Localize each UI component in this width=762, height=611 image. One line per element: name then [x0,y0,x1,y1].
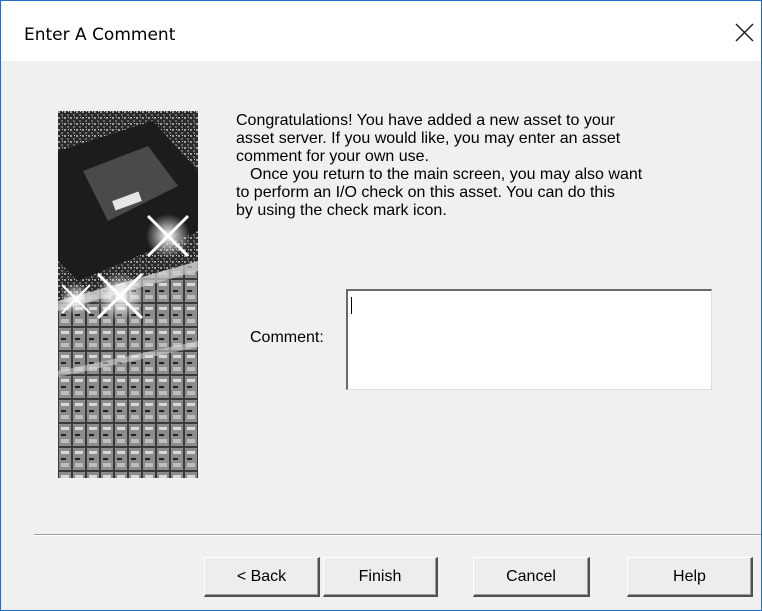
close-button[interactable] [721,13,761,53]
close-icon [735,23,754,42]
wizard-message: Congratulations! You have added a new as… [236,112,736,220]
back-button[interactable]: < Back [204,557,320,597]
wizard-dialog: Enter A Comment Congratulations! You hav… [0,0,762,611]
message-paragraph-2: Once you return to the main screen, you … [236,166,643,219]
help-button[interactable]: Help [627,557,753,597]
finish-button[interactable]: Finish [323,557,438,597]
wizard-side-image [58,111,198,478]
window-title: Enter A Comment [24,25,176,45]
separator [34,534,761,536]
text-caret [351,297,352,314]
title-bar: Enter A Comment [1,1,761,61]
comment-label: Comment: [250,329,324,346]
comment-field[interactable] [346,289,712,390]
message-paragraph-1: Congratulations! You have added a new as… [236,112,621,165]
cancel-button[interactable]: Cancel [473,557,590,597]
